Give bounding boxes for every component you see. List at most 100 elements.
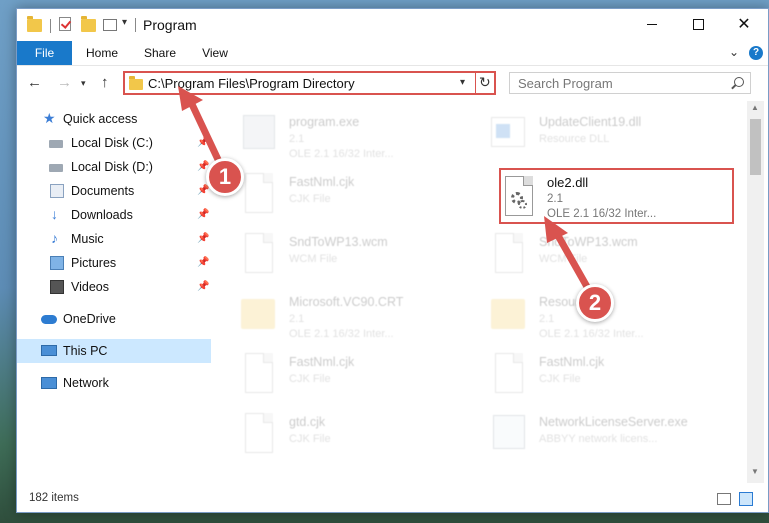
file-tile[interactable]: FastNml.cjk CJK File [213,167,458,225]
expand-ribbon-icon[interactable]: ⌄ [729,45,739,59]
customize-toolbar-dropdown[interactable]: ▾ [122,17,127,28]
file-tile[interactable]: FastNml.cjk CJK File [213,347,458,405]
window-title: Program [143,17,197,33]
file-tile[interactable]: UpdateClient19.dll Resource DLL [463,107,708,165]
sidebar-item-label: Network [63,376,109,390]
sidebar-item-this-pc[interactable]: This PC [17,339,211,363]
dll-icon [491,113,525,157]
file-detail: 2.1 [289,313,305,325]
file-name: Microsoft.VC90.CRT [289,295,404,309]
sidebar-item-onedrive[interactable]: OneDrive [17,307,211,331]
file-tile[interactable]: NetworkLicenseServer.exe ABBYY network l… [463,407,708,465]
file-name: SndToWP13.wcm [289,235,388,249]
pin-icon[interactable]: 📌 [197,137,209,148]
up-arrow-icon[interactable]: ↑ [101,74,109,91]
file-name: gtd.cjk [289,415,326,429]
tab-view[interactable]: View [195,41,235,65]
exe-icon [241,113,275,157]
pin-icon[interactable]: 📌 [197,257,209,268]
minimize-button[interactable] [629,9,675,41]
file-explorer-window: ▾ Program ✕ File Home Share View ⌄ ? ← →… [16,8,769,513]
onedrive-icon [41,315,57,324]
file-name: FastNml.cjk [289,355,355,369]
file-tile[interactable]: FastNml.cjk CJK File [463,347,708,405]
recent-locations-dropdown[interactable]: ▾ [81,78,86,89]
file-icon [241,353,275,397]
pin-icon[interactable]: 📌 [197,185,209,196]
scroll-up-arrow-icon[interactable]: ▲ [751,103,759,112]
file-tile[interactable]: program.exe 2.1 OLE 2.1 16/32 Inter... [213,107,458,165]
file-detail: WCM File [289,253,338,265]
network-icon [41,377,57,389]
highlighted-file-tile[interactable]: ole2.dll 2.1 OLE 2.1 16/32 Inter... [499,168,734,224]
address-separator [475,73,476,93]
sidebar-item-downloads[interactable]: ↓ Downloads 📌 [17,203,211,227]
file-name: UpdateClient19.dll [539,115,642,129]
address-path[interactable]: C:\Program Files\Program Directory [148,76,355,91]
search-input[interactable]: Search Program [509,72,751,94]
sidebar-item-network[interactable]: Network [17,371,211,395]
new-folder-icon[interactable] [81,16,96,32]
maximize-button[interactable] [675,9,721,41]
sidebar-item-videos[interactable]: Videos 📌 [17,275,211,299]
documents-icon [50,184,64,198]
refresh-icon[interactable]: ↻ [479,74,491,91]
scrollbar-thumb[interactable] [750,119,761,175]
search-icon[interactable] [734,77,744,87]
sidebar-item-label: Pictures [71,256,117,270]
pictures-icon [50,256,64,270]
file-detail: WCM File [539,253,588,265]
tab-home[interactable]: Home [77,41,127,65]
status-bar: 182 items [17,487,768,512]
vertical-scrollbar[interactable]: ▲ ▼ [747,101,764,483]
sidebar-item-label: Videos [71,280,109,294]
pin-icon[interactable]: 📌 [197,209,209,220]
forward-arrow-icon[interactable]: → [57,74,72,91]
sidebar-item-music[interactable]: ♪ Music 📌 [17,227,211,251]
details-view-icon[interactable] [717,493,731,505]
file-list: program.exe 2.1 OLE 2.1 16/32 Inter... U… [213,101,747,483]
sidebar-item-label: Downloads [71,208,133,222]
sidebar-item-local-disk-c[interactable]: Local Disk (C:) 📌 [17,131,211,155]
file-name: ole2.dll [547,175,589,190]
file-icon [491,233,525,277]
file-name: SndToWP13.wcm [539,235,638,249]
file-detail: CJK File [289,433,331,445]
help-icon[interactable]: ? [749,46,763,60]
file-tile[interactable]: gtd.cjk CJK File [213,407,458,465]
item-count: 182 items [29,492,79,504]
step-badge-1: 1 [206,158,244,196]
sidebar-item-local-disk-d[interactable]: Local Disk (D:) 📌 [17,155,211,179]
folder-icon [241,293,275,337]
folder-icon [129,76,143,90]
file-detail: OLE 2.1 16/32 Inter... [547,208,657,220]
file-tile[interactable]: Microsoft.VC90.CRT 2.1 OLE 2.1 16/32 Int… [213,287,458,345]
sidebar-item-quick-access[interactable]: ★ Quick access [17,107,211,131]
app-icon [491,413,525,457]
close-button[interactable]: ✕ [721,9,767,41]
file-icon [241,413,275,457]
address-bar[interactable]: C:\Program Files\Program Directory ▾ ↻ [123,71,496,95]
pin-icon[interactable]: 📌 [197,281,209,292]
pin-icon[interactable]: 📌 [197,233,209,244]
sidebar-item-pictures[interactable]: Pictures 📌 [17,251,211,275]
file-detail: OLE 2.1 16/32 Inter... [539,328,644,340]
file-tile[interactable]: SndToWP13.wcm WCM File [463,227,708,285]
file-detail: CJK File [289,193,331,205]
properties-icon[interactable] [59,17,71,31]
file-tile[interactable]: SndToWP13.wcm WCM File [213,227,458,285]
file-detail: CJK File [539,373,581,385]
file-name: program.exe [289,115,360,129]
file-name: FastNml.cjk [539,355,605,369]
file-detail: OLE 2.1 16/32 Inter... [289,328,394,340]
view-options-icon[interactable] [103,19,117,31]
large-icons-view-icon[interactable] [739,492,753,506]
back-arrow-icon[interactable]: ← [27,74,42,91]
tab-share[interactable]: Share [139,41,181,65]
search-placeholder[interactable]: Search Program [518,76,613,91]
sidebar-item-documents[interactable]: Documents 📌 [17,179,211,203]
tab-file[interactable]: File [17,41,72,65]
videos-icon [50,280,64,294]
address-dropdown-icon[interactable]: ▾ [460,77,465,88]
scroll-down-arrow-icon[interactable]: ▼ [751,467,759,476]
